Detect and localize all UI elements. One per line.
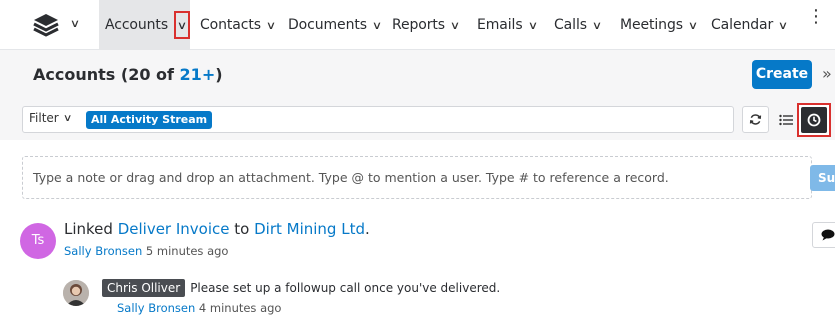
chevron-down-icon: ∨	[62, 112, 73, 124]
comment-author-link[interactable]: Sally Bronsen	[117, 301, 195, 315]
chevron-down-icon[interactable]: ∨	[592, 19, 602, 32]
top-nav: ∨ Accounts ∨ Contacts ∨ Documents ∨ Repo…	[0, 0, 835, 50]
comment-text: Please set up a followup call once you'v…	[190, 281, 501, 295]
sugar-cube-logo-icon[interactable]	[33, 13, 59, 37]
filter-label: Filter	[29, 111, 59, 125]
chevron-down-icon[interactable]: ∨	[372, 19, 382, 32]
note-input[interactable]: Type a note or drag and drop an attachme…	[22, 156, 812, 199]
nav-contacts[interactable]: Contacts ∨	[200, 0, 276, 50]
kebab-icon[interactable]: ⋮	[807, 8, 825, 26]
nav-calls[interactable]: Calls ∨	[554, 0, 602, 50]
avatar[interactable]	[63, 280, 89, 306]
activity-time: 5 minutes ago	[142, 244, 229, 258]
nav-documents-label: Documents	[288, 17, 367, 33]
page-title-open-paren: (	[115, 65, 129, 84]
page-title-close-paren: )	[215, 65, 223, 84]
nav-calls-label: Calls	[554, 17, 587, 33]
nav-accounts[interactable]: Accounts ∨	[99, 0, 190, 50]
comment-time: 4 minutes ago	[195, 301, 282, 315]
speech-bubble-icon	[821, 229, 835, 241]
nav-documents[interactable]: Documents ∨	[288, 0, 382, 50]
nav-emails[interactable]: Emails ∨	[477, 0, 538, 50]
record-count-text: 20 of	[128, 65, 180, 84]
nav-calendar[interactable]: Calendar ∨	[711, 0, 788, 50]
page-title: Accounts (20 of 21+)	[33, 65, 223, 84]
comment-button[interactable]	[812, 222, 835, 248]
activity-record-link[interactable]: Deliver Invoice	[118, 220, 230, 238]
nav-contacts-label: Contacts	[200, 17, 261, 33]
filter-row: Filter ∨ All Activity Stream	[0, 100, 835, 140]
refresh-button[interactable]	[742, 106, 769, 133]
chevron-down-icon: ∨	[176, 18, 188, 32]
nav-reports[interactable]: Reports ∨	[392, 0, 460, 50]
list-header: Accounts (20 of 21+) Create »	[0, 50, 835, 100]
filter-dropdown[interactable]: Filter ∨	[29, 111, 73, 125]
comment-meta: Sally Bronsen 4 minutes ago	[117, 301, 281, 315]
list-icon	[778, 114, 793, 125]
create-button[interactable]: Create	[752, 60, 812, 89]
chevron-down-icon[interactable]: ∨	[527, 19, 537, 32]
active-filter-pill[interactable]: All Activity Stream	[86, 111, 213, 129]
activity-meta: Sally Bronsen 5 minutes ago	[64, 244, 228, 258]
activity-parent-link[interactable]: Dirt Mining Ltd	[254, 220, 365, 238]
chevron-down-icon[interactable]: ∨	[778, 19, 788, 32]
nav-emails-label: Emails	[477, 17, 523, 33]
double-chevron-right-icon[interactable]: »	[822, 64, 832, 83]
nav-reports-label: Reports	[392, 17, 446, 33]
chevron-down-icon[interactable]: ∨	[688, 19, 698, 32]
nav-meetings[interactable]: Meetings ∨	[620, 0, 698, 50]
list-view-button[interactable]	[772, 106, 799, 133]
filter-bar[interactable]: Filter ∨ All Activity Stream	[22, 106, 734, 133]
chevron-down-icon[interactable]: ∨	[266, 19, 276, 32]
activity-stream-view-button[interactable]	[797, 103, 831, 137]
chevron-down-icon[interactable]: ∨	[70, 17, 80, 30]
comment-line: Chris Olliver Please set up a followup c…	[102, 279, 500, 297]
activity-middle: to	[229, 220, 255, 238]
activity-author-link[interactable]: Sally Bronsen	[64, 244, 142, 258]
activity-title: Linked Deliver Invoice to Dirt Mining Lt…	[64, 220, 370, 238]
refresh-icon	[749, 114, 762, 125]
activity-stream-button-inner	[801, 107, 827, 133]
nav-calendar-label: Calendar	[711, 17, 774, 33]
avatar[interactable]: Ts	[20, 223, 56, 259]
record-count-link[interactable]: 21+	[180, 65, 216, 84]
user-photo-icon	[63, 280, 89, 306]
chevron-down-icon[interactable]: ∨	[450, 19, 460, 32]
submit-button[interactable]: Submit	[810, 165, 835, 191]
user-mention-tag[interactable]: Chris Olliver	[102, 279, 186, 297]
page-title-module: Accounts	[33, 65, 116, 84]
nav-accounts-label: Accounts	[105, 17, 169, 33]
nav-meetings-label: Meetings	[620, 17, 683, 33]
clock-icon	[807, 113, 821, 127]
activity-prefix: Linked	[64, 220, 118, 238]
accounts-dropdown-button[interactable]: ∨	[174, 11, 190, 39]
activity-suffix: .	[364, 220, 370, 238]
